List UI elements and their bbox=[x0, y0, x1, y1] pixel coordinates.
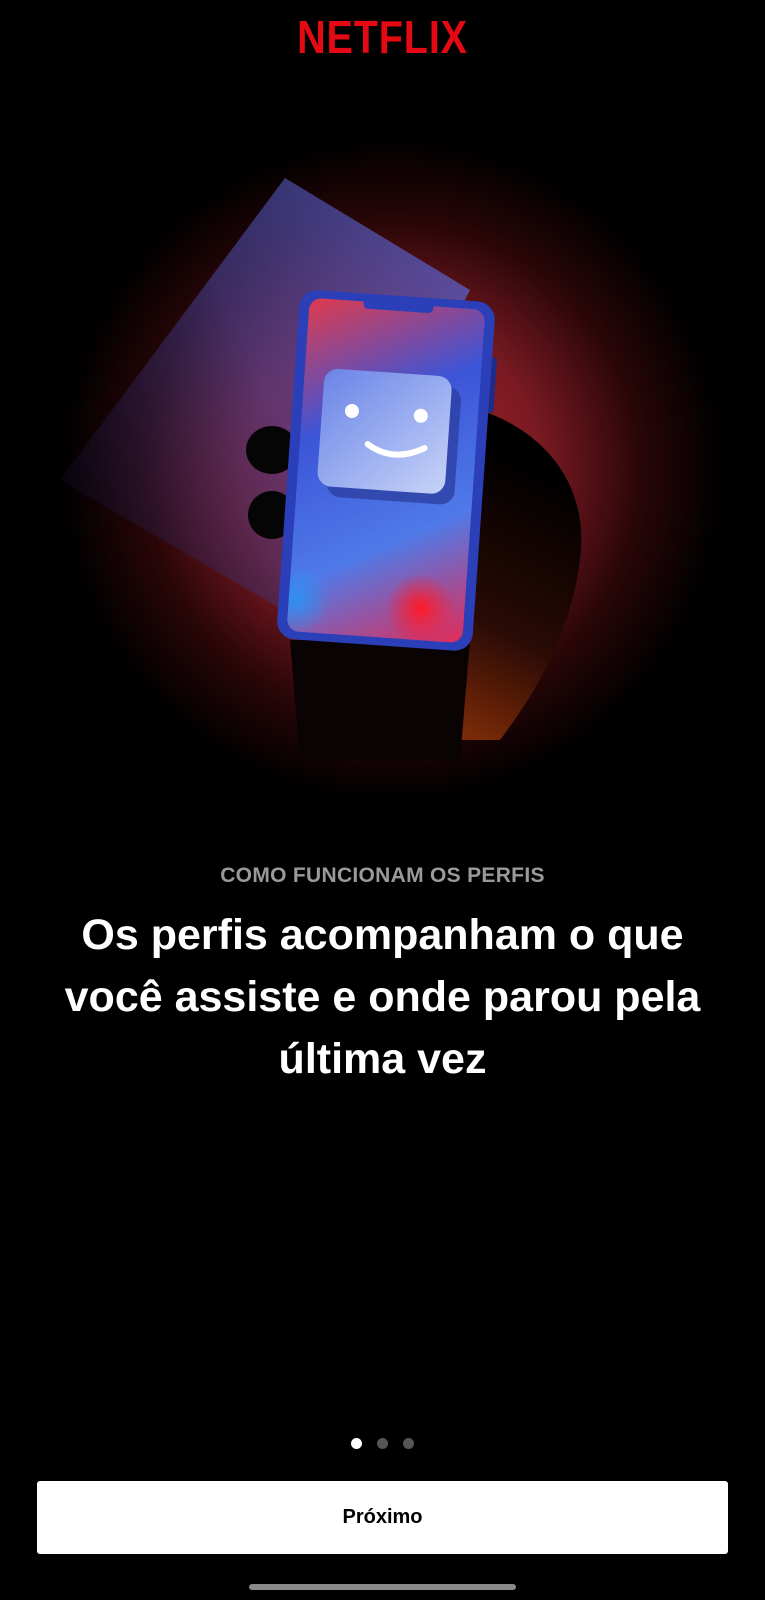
page-dot[interactable] bbox=[403, 1438, 414, 1449]
profile-tile bbox=[317, 368, 452, 494]
onboarding-headline: Os perfis acompanham o que você assiste … bbox=[64, 911, 701, 1083]
home-indicator[interactable] bbox=[249, 1584, 516, 1590]
palm-silhouette bbox=[290, 640, 470, 760]
next-button[interactable]: Próximo bbox=[37, 1481, 728, 1554]
page-indicator bbox=[0, 1438, 765, 1449]
page-dot-active[interactable] bbox=[351, 1438, 362, 1449]
profile-illustration bbox=[60, 140, 722, 800]
section-eyebrow: COMO FUNCIONAM OS PERFIS bbox=[220, 864, 545, 887]
page-dot[interactable] bbox=[377, 1438, 388, 1449]
